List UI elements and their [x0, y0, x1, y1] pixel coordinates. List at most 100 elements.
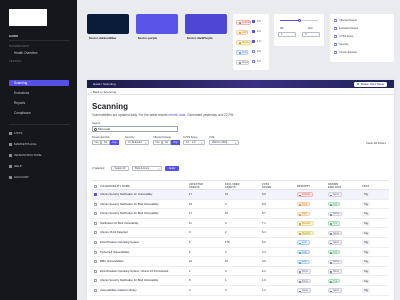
chip-critical[interactable]: Critical [236, 20, 251, 25]
table-row[interactable]: EOL/Obsolete Operating System: Ubuntu 16… [92, 267, 389, 277]
table-row[interactable]: Python3.8 Vulnerabilities 6 2 4.3 Low Yes Tag [92, 248, 389, 258]
apply-button[interactable]: Apply [165, 166, 179, 171]
checkbox-option[interactable]: 2.0 [252, 30, 261, 33]
checkbox[interactable] [334, 51, 337, 54]
bulk-actions-dropdown[interactable]: Bulk Actions ▾ [132, 166, 162, 171]
checkbox[interactable] [252, 20, 255, 23]
tag-chip[interactable]: Tag [362, 201, 371, 207]
checkbox[interactable] [334, 43, 337, 46]
row-checkbox[interactable] [94, 231, 97, 235]
table-row[interactable]: EOL/Obsolete Operating System 6 178 5.0 Low N… [92, 238, 389, 248]
tag-chip[interactable]: Tag [362, 288, 371, 293]
tag-chip[interactable]: Tag [362, 249, 371, 255]
row-checkbox[interactable] [94, 279, 97, 283]
checkbox-option[interactable]: 5.0 [252, 60, 261, 63]
severity-dropdown[interactable]: 3+ Selected ▾ [125, 140, 149, 145]
known-exploits-yes[interactable]: Yes [92, 140, 101, 145]
checkbox[interactable] [252, 30, 255, 33]
tag-chip[interactable]: Tag [362, 230, 371, 236]
refresh-data-link[interactable]: refresh data [168, 113, 185, 117]
checkbox[interactable] [334, 19, 337, 22]
vulnerability-name[interactable]: Ubuntu Security Notification for Bind Vu… [100, 203, 158, 206]
tag-chip[interactable]: Tag [362, 192, 371, 197]
slider-max-input[interactable]: 9 [302, 32, 320, 37]
table-row[interactable]: Vulnerabilities related to library 4 0 1.2 N… [92, 286, 389, 296]
cvss-score-dropdown[interactable]: 0.1 - 2.9 ▾ [183, 140, 205, 145]
vulnerability-name[interactable]: EOL/Obsolete Operating System: Ubuntu 16… [100, 270, 168, 273]
vulnerability-name[interactable]: Ubuntu Security Notification for Bind Vu… [100, 212, 158, 215]
table-row[interactable]: Notification for Bind Vulnerability 11 0 7.… [92, 219, 389, 229]
column-header-severity[interactable]: SEVERITY [297, 185, 310, 188]
known-exploits-any[interactable]: Any [110, 140, 119, 145]
cve-dropdown[interactable]: 2024 to 2023- ▾ [209, 140, 239, 145]
checkbox-option[interactable]: CVSS Score [334, 35, 354, 38]
slider-handle[interactable] [298, 19, 301, 22]
row-checkbox[interactable] [94, 289, 97, 292]
vulnerability-name[interactable]: Python3.8 Vulnerabilities [100, 251, 129, 254]
vulnerability-name[interactable]: Vulnerabilities related to library [100, 289, 137, 292]
vulnerability-name[interactable]: Notification for Bind Vulnerability [100, 222, 139, 225]
tag-chip[interactable]: Tag [362, 221, 371, 226]
sidebar-item-exclusions[interactable]: Exclusions [9, 90, 69, 96]
chip-medium[interactable]: Medium [236, 40, 253, 45]
slider-min-input[interactable]: 1 [278, 32, 296, 37]
vulnerability-name[interactable]: Ubuntu Security Notification for Bind Vu… [100, 279, 158, 282]
checkbox-option[interactable]: 3.0 [252, 20, 261, 23]
sidebar-item-compliance[interactable]: Compliance [9, 110, 69, 116]
known-exploits-no[interactable]: No [101, 140, 110, 145]
affected-no[interactable]: No [162, 140, 171, 145]
sidebar-item-health-overview[interactable]: Health Overview [9, 50, 69, 56]
column-header-known-exploits[interactable]: KNOWN EXPLOITS [328, 183, 342, 189]
checkbox[interactable] [252, 60, 255, 63]
sidebar-section-account[interactable]: ACCOUNT [9, 174, 69, 180]
row-checkbox[interactable] [94, 241, 97, 244]
checkbox-option[interactable]: 0.0 [252, 50, 261, 53]
column-header-excluded[interactable]: EXCLUDED ASSETS [225, 183, 239, 189]
table-row[interactable]: Ubuntu Security Notification for Bind Vu… [92, 276, 389, 286]
table-row[interactable]: Ubuntu 16.04 Detected 9 2 6.4 Medium None Tag [92, 228, 389, 238]
chip-high[interactable]: High [236, 30, 249, 35]
row-checkbox[interactable] [94, 212, 97, 216]
checkbox-option[interactable]: Severity [334, 43, 348, 46]
tag-chip[interactable]: Tag [362, 269, 371, 274]
checkbox-option[interactable]: Known Exploits [334, 51, 357, 54]
affected-any[interactable]: Any [171, 140, 180, 145]
table-row[interactable]: BiBC Vulnerabilities 24 10 3.0 Low None Tag [92, 257, 389, 267]
vulnerability-name[interactable]: Ubuntu Security Notification for Vulnera… [100, 193, 152, 196]
affected-yes[interactable]: Yes [153, 140, 162, 145]
row-checkbox[interactable] [94, 202, 97, 206]
logo[interactable] [9, 9, 47, 26]
tag-chip[interactable]: Tag [362, 240, 371, 245]
chip-none[interactable]: None [236, 60, 250, 65]
status-badge[interactable]: Status: Client Name [354, 81, 387, 87]
table-row[interactable]: Ubuntu Security Notification for Vulnera… [92, 190, 389, 200]
table-row[interactable]: Ubuntu Security Notification for Bind Vu… [92, 200, 389, 210]
sidebar-section-help[interactable]: HELP [9, 163, 69, 169]
checkbox[interactable] [334, 35, 337, 38]
checkbox[interactable] [252, 40, 255, 43]
sidebar-item-reports[interactable]: Reports [9, 100, 69, 106]
row-checkbox[interactable] [94, 260, 97, 264]
select-all-checkbox[interactable] [94, 184, 97, 188]
select-all-button[interactable]: Select All [111, 166, 129, 171]
sidebar-section-marketplace[interactable]: MARKETPLACE [9, 141, 69, 147]
checkbox-option[interactable]: Affected Assets [334, 19, 357, 22]
chip-low[interactable]: Low [236, 50, 248, 55]
column-header-tags[interactable]: TAGS [362, 185, 369, 188]
row-checkbox[interactable] [94, 221, 97, 225]
sidebar-section-lists[interactable]: LISTS [9, 130, 69, 136]
tag-chip[interactable]: Tag [362, 278, 371, 284]
row-checkbox[interactable] [94, 250, 97, 254]
sidebar-section-infrastructure[interactable]: INFRASTRUCTURE [9, 152, 69, 158]
checkbox-option[interactable]: Excluded Assets [334, 27, 358, 30]
checkbox[interactable] [252, 50, 255, 53]
vulnerability-name[interactable]: Ubuntu 16.04 Detected [100, 231, 128, 234]
row-checkbox[interactable] [94, 269, 97, 273]
back-link[interactable]: ‹ Back to Scanning [91, 90, 116, 94]
checkbox-option[interactable]: 1.0 [252, 40, 261, 43]
vulnerability-name[interactable]: BiBC Vulnerabilities [100, 260, 124, 263]
tag-chip[interactable]: Tag [362, 259, 371, 265]
row-checkbox[interactable] [94, 193, 97, 196]
column-header-name[interactable]: VULNERABILITY NAME [100, 185, 130, 188]
clear-all-filters-link[interactable]: Clear All Filters [366, 141, 386, 145]
